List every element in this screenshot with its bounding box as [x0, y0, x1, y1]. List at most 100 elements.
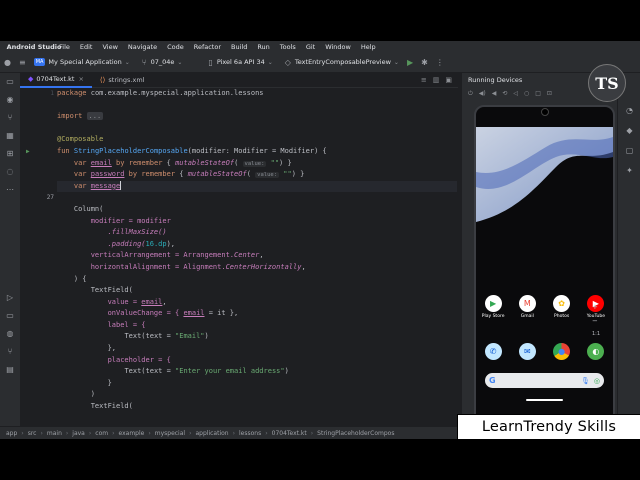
code-line: var password by remember { mutableStateO… — [73, 170, 305, 179]
code-line: } — [107, 378, 112, 387]
resource-icon[interactable]: ▦ — [0, 127, 20, 145]
crumb[interactable]: 0704Text.kt — [272, 430, 307, 437]
chrome-icon: ● — [553, 343, 571, 360]
menu-window[interactable]: Window — [320, 43, 356, 51]
terminal-icon[interactable]: ▭ — [0, 307, 20, 325]
panel-title: Running Devices — [468, 76, 523, 84]
crumb[interactable]: main — [47, 430, 62, 437]
menu-file[interactable]: File — [54, 43, 75, 51]
camera-icon: ◐ — [587, 343, 605, 360]
branch-name: 07_04e — [150, 58, 175, 66]
crumb[interactable]: app — [6, 430, 17, 437]
google-search-bar[interactable]: G 🎙 ◎ — [485, 373, 604, 388]
crumb[interactable]: com — [95, 430, 108, 437]
menu-git[interactable]: Git — [301, 43, 320, 51]
device-manager-icon[interactable]: ▢ — [618, 141, 640, 161]
dock-phone[interactable]: ✆ — [478, 343, 508, 360]
gesture-nav-bar[interactable] — [526, 399, 563, 401]
volume-up-icon[interactable]: ◀) — [479, 90, 486, 97]
volume-down-icon[interactable]: ◀ — [492, 90, 497, 97]
crumb[interactable]: example — [119, 430, 145, 437]
menu-navigate[interactable]: Navigate — [123, 43, 162, 51]
code-line: @Composable — [57, 135, 104, 144]
rotate-icon[interactable]: ⟲ — [502, 90, 507, 97]
home-icon[interactable]: ○ — [524, 90, 529, 97]
menu-refactor[interactable]: Refactor — [189, 43, 226, 51]
menu-code[interactable]: Code — [162, 43, 189, 51]
crumb[interactable]: src — [28, 430, 37, 437]
run-gutter-icon[interactable]: ▶ — [26, 146, 30, 158]
app-gmail[interactable]: M Gmail — [512, 295, 542, 319]
notifications-icon[interactable]: ◔ — [618, 101, 640, 121]
hamburger-menu-icon[interactable]: ≡ — [19, 58, 26, 67]
run-icon[interactable]: ▶ — [407, 58, 413, 67]
dock-chrome[interactable]: ● — [547, 343, 577, 360]
menu-run[interactable]: Run — [252, 43, 274, 51]
commit-icon[interactable]: ◉ — [0, 91, 20, 109]
phone-icon: ▯ — [208, 57, 213, 67]
crumb[interactable]: StringPlaceholderCompos — [317, 430, 394, 437]
screenshot-icon[interactable]: ⊡ — [547, 90, 552, 97]
zoom-out-button[interactable]: − — [592, 317, 600, 331]
phone-status-bar — [476, 107, 613, 117]
crumb[interactable]: lessons — [239, 430, 261, 437]
window-control-icon[interactable]: ● — [4, 58, 11, 67]
structure-icon[interactable]: ⊞ — [0, 145, 20, 163]
branch-selector[interactable]: ⑂ 07_04e ⌄ — [134, 58, 187, 67]
crumb[interactable]: java — [72, 430, 85, 437]
import-fold[interactable]: ... — [86, 112, 104, 121]
editor-tabs: ◆ 0704Text.kt × ⟨⟩ strings.xml ≡ ▥ ▣ — [20, 73, 458, 88]
design-view-icon[interactable]: ▣ — [445, 76, 452, 84]
crumb[interactable]: application — [195, 430, 228, 437]
code-line: fun StringPlaceholderComposable(modifier… — [57, 146, 327, 155]
project-name: My Special Application — [48, 58, 122, 66]
lens-icon[interactable]: ◎ — [594, 377, 600, 385]
tab-strings-xml[interactable]: ⟨⟩ strings.xml — [92, 73, 153, 87]
menu-app-name[interactable]: Android Studio — [7, 43, 62, 51]
gemini-icon[interactable]: ✦ — [618, 161, 640, 181]
chevron-down-icon: ⌄ — [124, 58, 130, 66]
code-line: TextField( — [90, 286, 133, 295]
tab-0704text[interactable]: ◆ 0704Text.kt × — [20, 72, 92, 88]
device-selector[interactable]: ▯ Pixel 6a API 34 ⌄ — [200, 58, 276, 67]
menu-help[interactable]: Help — [356, 43, 381, 51]
debug-icon[interactable]: ✱ — [421, 58, 428, 67]
code-view-icon[interactable]: ≡ — [421, 76, 427, 84]
close-icon[interactable]: × — [78, 75, 83, 83]
code-editor[interactable]: ◆ 0704Text.kt × ⟨⟩ strings.xml ≡ ▥ ▣ 1 ▶ — [20, 73, 458, 426]
menu-edit[interactable]: Edit — [75, 43, 98, 51]
version-control-icon[interactable]: ⑂ — [0, 343, 20, 361]
gradle-icon[interactable]: ◆ — [618, 121, 640, 141]
split-view-icon[interactable]: ▥ — [433, 76, 440, 84]
app-play-store[interactable]: ▶ Play Store — [478, 295, 508, 319]
dock-messages[interactable]: ✉ — [512, 343, 542, 360]
run-tool-icon[interactable]: ▷ — [0, 289, 20, 307]
menu-build[interactable]: Build — [226, 43, 252, 51]
app-photos[interactable]: ✿ Photos — [547, 295, 577, 319]
bookmarks-icon[interactable]: ◌ — [0, 163, 20, 181]
zoom-actual-button[interactable]: 1:1 — [592, 331, 600, 345]
menu-tools[interactable]: Tools — [275, 43, 301, 51]
overview-icon[interactable]: □ — [535, 90, 541, 97]
zoom-in-button[interactable]: + — [592, 303, 600, 317]
code-line: modifier = modifier — [90, 216, 171, 225]
code-line: label = { — [107, 320, 146, 329]
crumb[interactable]: myspecial — [155, 430, 185, 437]
channel-logo: TS — [588, 64, 626, 102]
code-line: value = email, — [107, 297, 167, 306]
code-text[interactable]: package com.example.myspecial.applicatio… — [57, 88, 457, 413]
power-icon[interactable]: ⏻ — [468, 90, 473, 98]
dock-camera[interactable]: ◐ — [581, 343, 611, 360]
logcat-icon[interactable]: ▤ — [0, 361, 20, 379]
run-config-selector[interactable]: ◇ TextEntryComposablePreview ⌄ — [277, 58, 403, 67]
back-icon[interactable]: ◁ — [513, 90, 518, 97]
device-screen[interactable]: ▶ Play Store M Gmail ✿ Photos ▶ YouTube … — [474, 105, 615, 429]
more-icon[interactable]: ⋮ — [436, 58, 444, 67]
problems-icon[interactable]: ◍ — [0, 325, 20, 343]
branch-tool-icon[interactable]: ⑂ — [0, 109, 20, 127]
folder-icon[interactable]: ▭ — [0, 73, 20, 91]
menu-view[interactable]: View — [97, 43, 122, 51]
more-tools-icon[interactable]: ⋯ — [0, 181, 20, 199]
project-selector[interactable]: MA My Special Application ⌄ — [30, 58, 134, 66]
mic-icon[interactable]: 🎙 — [581, 377, 590, 385]
